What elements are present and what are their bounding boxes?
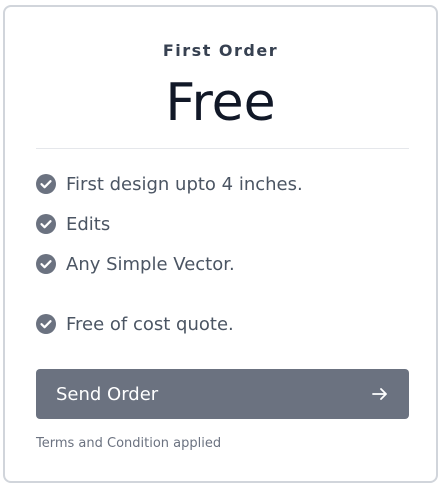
send-order-button[interactable]: Send Order [36, 369, 409, 419]
check-circle-icon [36, 254, 56, 274]
send-order-label: Send Order [56, 383, 159, 405]
feature-item: Free of cost quote. [36, 312, 234, 336]
check-circle-icon [36, 174, 56, 194]
plan-price: Free [165, 73, 276, 133]
feature-item: First design upto 4 inches. [36, 172, 303, 196]
terms-text: Terms and Condition applied [36, 436, 222, 451]
check-circle-icon [36, 214, 56, 234]
arrow-right-icon [372, 388, 387, 400]
feature-text: First design upto 4 inches. [66, 173, 303, 195]
feature-text: Any Simple Vector. [66, 253, 235, 275]
divider [36, 148, 409, 149]
check-circle-icon [36, 314, 56, 334]
feature-item: Edits [36, 212, 110, 236]
feature-text: Free of cost quote. [66, 313, 234, 335]
feature-item: Any Simple Vector. [36, 252, 235, 276]
pricing-card: First Order Free First design upto 4 inc… [3, 5, 438, 483]
feature-text: Edits [66, 213, 111, 235]
plan-name: First Order [162, 41, 279, 60]
